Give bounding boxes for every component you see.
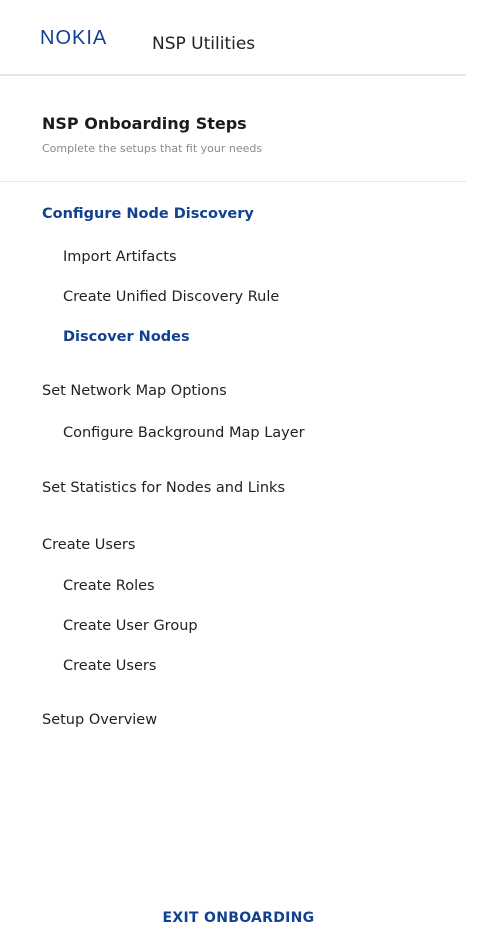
steps-title: NSP Onboarding Steps bbox=[42, 114, 247, 133]
step-setup-overview[interactable]: Setup Overview bbox=[42, 712, 157, 728]
substep-create-users[interactable]: Create Users bbox=[63, 658, 156, 674]
nokia-logo[interactable]: NOKIA bbox=[40, 24, 107, 52]
step-create-users[interactable]: Create Users bbox=[42, 537, 135, 553]
steps-subtitle: Complete the setups that fit your needs bbox=[42, 142, 263, 155]
substep-discover-nodes[interactable]: Discover Nodes bbox=[63, 329, 190, 345]
substep-create-user-group[interactable]: Create User Group bbox=[63, 618, 198, 634]
step-configure-node-discovery[interactable]: Configure Node Discovery bbox=[42, 206, 254, 222]
substep-import-artifacts[interactable]: Import Artifacts bbox=[63, 249, 177, 265]
substep-configure-background-map-layer[interactable]: Configure Background Map Layer bbox=[63, 425, 305, 441]
top-bar: NOKIA NSP Utilities bbox=[0, 0, 466, 76]
onboarding-panel: NOKIA NSP Utilities NSP Onboarding Steps… bbox=[0, 0, 477, 927]
step-set-network-map-options[interactable]: Set Network Map Options bbox=[42, 383, 227, 399]
exit-onboarding-button[interactable]: EXIT ONBOARDING bbox=[0, 910, 477, 926]
steps-header: NSP Onboarding Steps Complete the setups… bbox=[0, 76, 466, 182]
substep-create-roles[interactable]: Create Roles bbox=[63, 578, 155, 594]
step-set-statistics[interactable]: Set Statistics for Nodes and Links bbox=[42, 480, 285, 496]
app-title: NSP Utilities bbox=[152, 34, 256, 54]
substep-create-unified-discovery-rule[interactable]: Create Unified Discovery Rule bbox=[63, 289, 279, 305]
